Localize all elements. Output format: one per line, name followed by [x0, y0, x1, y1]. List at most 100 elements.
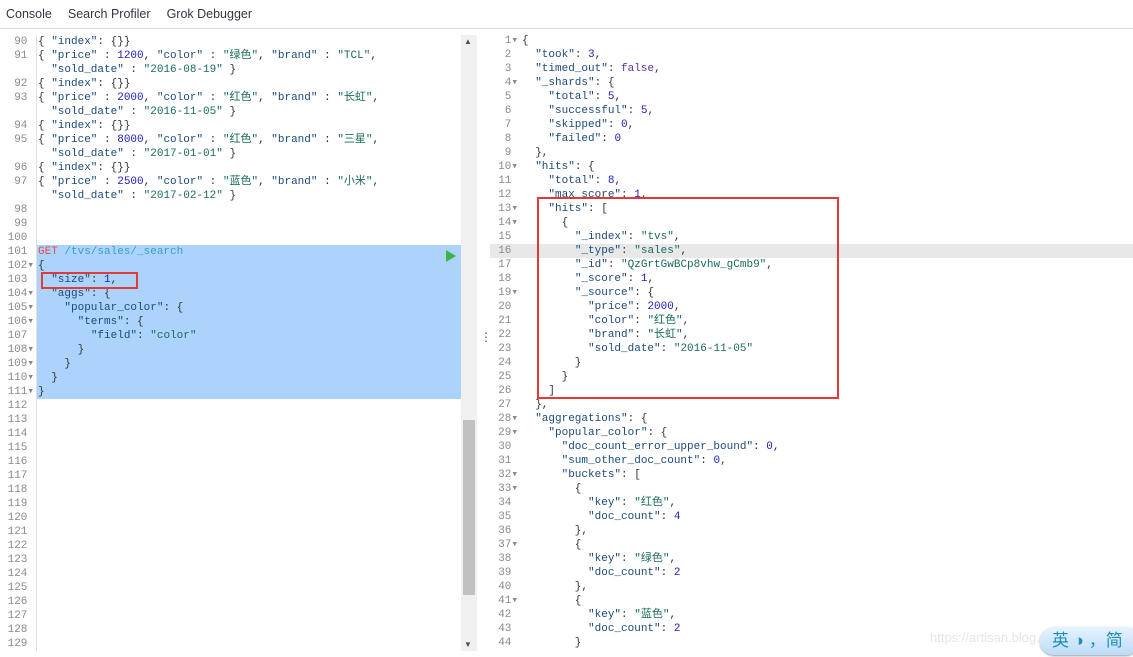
- tab-grok-debugger[interactable]: Grok Debugger: [167, 7, 252, 21]
- code-line[interactable]: 110▾ }: [0, 371, 461, 385]
- line-content: { "price" : 2000, "color" : "红色", "brand…: [38, 92, 380, 104]
- code-line[interactable]: 10▾ "hits": {: [490, 160, 1133, 174]
- code-line[interactable]: 105▾ "popular_color": {: [0, 301, 461, 315]
- code-line[interactable]: "sold_date" : "2016-08-19" }: [0, 63, 461, 77]
- code-line[interactable]: 127: [0, 609, 461, 623]
- line-number: 101: [0, 245, 36, 259]
- code-line[interactable]: 31 "sum_other_doc_count": 0,: [490, 454, 1133, 468]
- code-line[interactable]: 112: [0, 399, 461, 413]
- code-line[interactable]: 124: [0, 567, 461, 581]
- line-number: 29▾: [498, 427, 518, 439]
- code-line[interactable]: 11 "total": 8,: [490, 174, 1133, 188]
- code-line[interactable]: 30 "doc_count_error_upper_bound": 0,: [490, 440, 1133, 454]
- code-line[interactable]: 125: [0, 581, 461, 595]
- line-content: {: [36, 259, 461, 273]
- line-number: 5: [504, 91, 518, 103]
- code-line[interactable]: 106▾ "terms": {: [0, 315, 461, 329]
- ime-indicator[interactable]: 英 ◑ ，简: [1040, 627, 1133, 655]
- code-line[interactable]: 36 },: [490, 524, 1133, 538]
- code-line[interactable]: 91 { "price" : 1200, "color" : "绿色", "br…: [0, 49, 461, 63]
- code-line[interactable]: 41▾ {: [490, 594, 1133, 608]
- code-line[interactable]: 116: [0, 455, 461, 469]
- scroll-down-icon[interactable]: ▼: [464, 640, 472, 649]
- code-line[interactable]: 115: [0, 441, 461, 455]
- code-line[interactable]: 96 { "index": {}}: [0, 161, 461, 175]
- code-line[interactable]: 34 "key": "红色",: [490, 496, 1133, 510]
- code-line[interactable]: 5 "total": 5,: [490, 90, 1133, 104]
- code-line[interactable]: 108▾ }: [0, 343, 461, 357]
- code-line[interactable]: 4▾ "_shards": {: [490, 76, 1133, 90]
- code-line[interactable]: 37▾ {: [490, 538, 1133, 552]
- line-number: 20: [498, 301, 518, 313]
- code-line[interactable]: 6 "successful": 5,: [490, 104, 1133, 118]
- code-line[interactable]: 27 },: [490, 398, 1133, 412]
- code-line[interactable]: 40 },: [490, 580, 1133, 594]
- code-line[interactable]: 122: [0, 539, 461, 553]
- code-line[interactable]: 120: [0, 511, 461, 525]
- code-line[interactable]: 95 { "price" : 8000, "color" : "红色", "br…: [0, 133, 461, 147]
- code-line[interactable]: 38 "key": "绿色",: [490, 552, 1133, 566]
- code-line[interactable]: 111▾}: [0, 385, 461, 399]
- code-line[interactable]: 102▾{: [0, 259, 461, 273]
- code-line[interactable]: 1▾ {: [490, 34, 1133, 48]
- line-number: 128: [0, 623, 36, 637]
- code-line[interactable]: "sold_date" : "2017-01-01" }: [0, 147, 461, 161]
- code-line[interactable]: "sold_date" : "2017-02-12" }: [0, 189, 461, 203]
- code-line[interactable]: 8 "failed": 0: [490, 132, 1133, 146]
- line-number: 11: [498, 175, 518, 187]
- tab-console[interactable]: Console: [6, 7, 52, 21]
- code-line[interactable]: 2 "took": 3,: [490, 48, 1133, 62]
- run-request-icon[interactable]: [446, 250, 456, 262]
- code-line[interactable]: 93 { "price" : 2000, "color" : "红色", "br…: [0, 91, 461, 105]
- code-line[interactable]: 118: [0, 483, 461, 497]
- line-content: [36, 469, 461, 483]
- code-line[interactable]: 123: [0, 553, 461, 567]
- code-line[interactable]: 126: [0, 595, 461, 609]
- code-line[interactable]: 9 },: [490, 146, 1133, 160]
- line-number: 14▾: [498, 217, 518, 229]
- code-line[interactable]: 107 "field": "color": [0, 329, 461, 343]
- code-line[interactable]: 119: [0, 497, 461, 511]
- code-line[interactable]: 90 { "index": {}}: [0, 35, 461, 49]
- code-line[interactable]: 104▾ "aggs": {: [0, 287, 461, 301]
- code-line[interactable]: 33▾ {: [490, 482, 1133, 496]
- code-line[interactable]: 121: [0, 525, 461, 539]
- code-line[interactable]: 32▾ "buckets": [: [490, 468, 1133, 482]
- line-number: [0, 105, 36, 119]
- code-line[interactable]: 98: [0, 203, 461, 217]
- line-content: [36, 413, 461, 427]
- code-line[interactable]: 113: [0, 413, 461, 427]
- request-editor[interactable]: 90 { "index": {}} 91 { "price" : 1200, "c…: [0, 35, 461, 651]
- scroll-up-icon[interactable]: ▲: [464, 37, 472, 46]
- code-line[interactable]: 128: [0, 623, 461, 637]
- code-line[interactable]: 99: [0, 217, 461, 231]
- code-line[interactable]: 101 GET /tvs/sales/_search: [0, 245, 461, 259]
- line-content: { "price" : 2500, "color" : "蓝色", "brand…: [38, 176, 380, 188]
- code-line[interactable]: 29▾ "popular_color": {: [490, 426, 1133, 440]
- code-line[interactable]: "sold_date" : "2016-11-05" }: [0, 105, 461, 119]
- line-content: { "price" : 8000, "color" : "红色", "brand…: [38, 134, 380, 146]
- code-line[interactable]: 42 "key": "蓝色",: [490, 608, 1133, 622]
- code-line[interactable]: 114: [0, 427, 461, 441]
- line-number: 3: [504, 63, 518, 75]
- scrollbar-thumb[interactable]: [463, 420, 475, 595]
- code-line[interactable]: 97 { "price" : 2500, "color" : "蓝色", "br…: [0, 175, 461, 189]
- line-content: {: [522, 35, 529, 47]
- code-line[interactable]: 117: [0, 469, 461, 483]
- line-number: 26: [498, 385, 518, 397]
- code-line[interactable]: 92 { "index": {}}: [0, 77, 461, 91]
- request-scrollbar[interactable]: ▲ ▼: [461, 35, 477, 651]
- line-number: 113: [0, 413, 36, 427]
- code-line[interactable]: 28▾ "aggregations": {: [490, 412, 1133, 426]
- code-line[interactable]: 7 "skipped": 0,: [490, 118, 1133, 132]
- line-number: [0, 63, 36, 77]
- code-line[interactable]: 94 { "index": {}}: [0, 119, 461, 133]
- code-line[interactable]: 35 "doc_count": 4: [490, 510, 1133, 524]
- code-line[interactable]: 100: [0, 231, 461, 245]
- tab-search-profiler[interactable]: Search Profiler: [68, 7, 151, 21]
- code-line[interactable]: 39 "doc_count": 2: [490, 566, 1133, 580]
- line-content: { "index": {}}: [38, 78, 131, 90]
- code-line[interactable]: 109▾ }: [0, 357, 461, 371]
- code-line[interactable]: 129: [0, 637, 461, 651]
- code-line[interactable]: 3 "timed_out": false,: [490, 62, 1133, 76]
